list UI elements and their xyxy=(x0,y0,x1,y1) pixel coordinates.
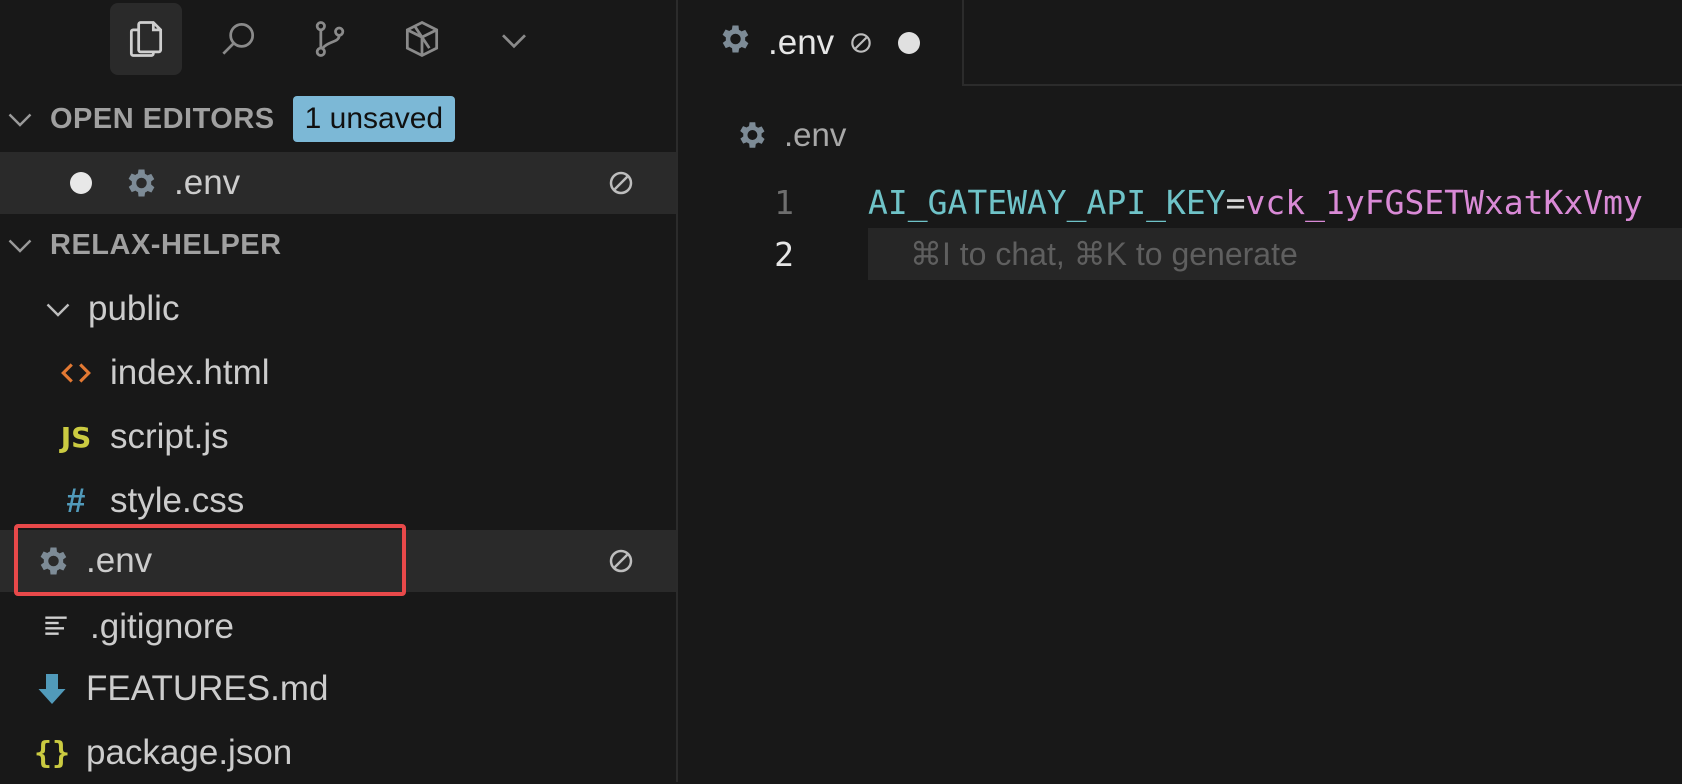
project-title: RELAX-HELPER xyxy=(50,228,282,261)
ignored-icon xyxy=(609,549,633,573)
unsaved-dot-icon[interactable] xyxy=(898,32,921,54)
ai-hint-text: ⌘I to chat, ⌘K to generate xyxy=(910,236,1298,272)
html-file-icon xyxy=(56,353,96,393)
ignored-icon xyxy=(851,33,871,53)
code-line-current[interactable]: 2 ⌘I to chat, ⌘K to generate xyxy=(678,228,1682,280)
tree-item-index-html[interactable]: index.html xyxy=(0,342,676,404)
line-number: 1 xyxy=(774,182,794,222)
tree-item-label: FEATURES.md xyxy=(86,669,329,708)
tab-label: .env xyxy=(768,23,835,62)
breadcrumb[interactable]: .env xyxy=(734,112,846,158)
json-file-icon: {} xyxy=(33,735,71,771)
env-equals: = xyxy=(1225,182,1246,222)
tree-item-label: style.css xyxy=(110,481,245,520)
download-arrow-icon xyxy=(32,669,72,709)
tree-item-public[interactable]: public xyxy=(0,278,676,340)
unsaved-dot-icon xyxy=(70,172,92,194)
text-file-icon xyxy=(36,607,76,647)
gear-icon xyxy=(716,21,752,66)
env-key: AI_GATEWAY_API_KEY xyxy=(868,182,1226,222)
breadcrumb-label: .env xyxy=(784,116,847,153)
sidebar: OPEN EDITORS 1 unsaved .env RELAX-HELPER… xyxy=(0,0,676,782)
open-editors-title: OPEN EDITORS xyxy=(50,102,275,135)
js-file-icon: JS xyxy=(60,420,92,454)
tree-item-package-json[interactable]: {} package.json xyxy=(0,722,676,784)
source-control-icon[interactable] xyxy=(294,3,366,75)
tab-env[interactable]: .env xyxy=(678,0,964,86)
tree-item-label: .gitignore xyxy=(90,607,234,646)
tree-item-label: script.js xyxy=(110,417,229,456)
gear-icon xyxy=(734,118,768,152)
tree-item-gitignore[interactable]: .gitignore xyxy=(0,596,676,658)
line-number: 2 xyxy=(774,234,794,274)
unsaved-badge: 1 unsaved xyxy=(292,96,456,142)
tree-item-label: index.html xyxy=(110,353,270,392)
chevron-down-icon xyxy=(46,303,70,317)
highlight-box xyxy=(14,524,406,596)
chevron-down-icon xyxy=(8,239,32,253)
activity-bar xyxy=(0,0,676,80)
chevron-down-icon xyxy=(8,113,32,127)
explorer-icon[interactable] xyxy=(110,3,182,75)
env-value: vck_1yFGSETWxatKxVmy xyxy=(1245,182,1643,222)
project-header[interactable]: RELAX-HELPER xyxy=(0,216,676,274)
code-line[interactable]: 1 AI_GATEWAY_API_KEY=vck_1yFGSETWxatKxVm… xyxy=(678,176,1682,228)
tree-item-features-md[interactable]: FEATURES.md xyxy=(0,658,676,720)
extensions-icon[interactable] xyxy=(386,3,458,75)
open-editors-header[interactable]: OPEN EDITORS 1 unsaved xyxy=(0,90,676,148)
code-text: AI_GATEWAY_API_KEY=vck_1yFGSETWxatKxVmy xyxy=(868,183,1643,222)
tab-bar: .env xyxy=(678,0,1682,86)
tree-item-label: public xyxy=(88,289,180,328)
open-editor-item-label: .env xyxy=(174,163,241,202)
search-icon[interactable] xyxy=(202,3,274,75)
tree-item-script-js[interactable]: JS script.js xyxy=(0,406,676,468)
open-editor-item-env[interactable]: .env xyxy=(0,152,676,214)
css-file-icon: # xyxy=(66,481,86,520)
ignored-icon xyxy=(609,171,633,195)
gear-icon xyxy=(120,163,160,203)
tree-item-style-css[interactable]: # style.css xyxy=(0,470,676,532)
tree-item-label: package.json xyxy=(86,733,293,772)
chevron-down-icon[interactable] xyxy=(478,3,550,75)
sidebar-divider xyxy=(676,0,678,782)
